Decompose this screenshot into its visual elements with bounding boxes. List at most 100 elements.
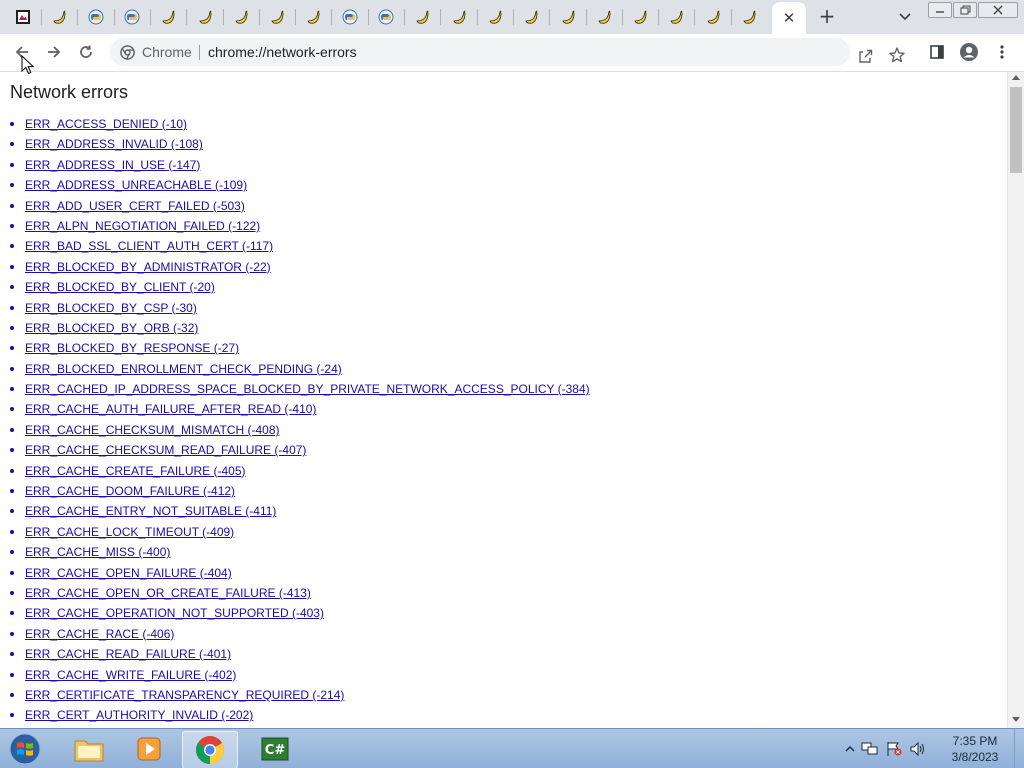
error-link[interactable]: ERR_CACHE_CREATE_FAILURE (-405)	[25, 464, 246, 478]
tab-19[interactable]	[661, 4, 691, 30]
chevron-down-icon[interactable]	[897, 8, 913, 24]
tab-5[interactable]	[153, 4, 183, 30]
network-icon[interactable]	[861, 741, 879, 757]
error-link[interactable]: ERR_CACHE_MISS (-400)	[25, 545, 170, 559]
banana-icon	[705, 9, 721, 25]
list-item: ERR_CACHED_IP_ADDRESS_SPACE_BLOCKED_BY_P…	[0, 380, 590, 400]
error-link[interactable]: ERR_ADDRESS_UNREACHABLE (-109)	[25, 178, 247, 192]
error-link[interactable]: ERR_CACHE_CHECKSUM_MISMATCH (-408)	[25, 423, 279, 437]
minimize-button[interactable]	[928, 2, 952, 18]
error-link[interactable]: ERR_CACHE_CHECKSUM_READ_FAILURE (-407)	[25, 443, 306, 457]
volume-icon[interactable]	[909, 741, 927, 757]
csharp-icon: C#	[261, 737, 289, 761]
restore-button[interactable]	[953, 2, 977, 18]
error-link[interactable]: ERR_ALPN_NEGOTIATION_FAILED (-122)	[25, 219, 260, 233]
scroll-down-arrow-icon[interactable]	[1012, 717, 1020, 722]
error-link[interactable]: ERR_CACHE_OPEN_OR_CREATE_FAILURE (-413)	[25, 586, 311, 600]
reload-button[interactable]	[76, 42, 96, 62]
tab-8[interactable]	[262, 4, 292, 30]
taskbar-item-csharp-app[interactable]: C#	[248, 731, 302, 767]
error-link[interactable]: ERR_CACHE_OPERATION_NOT_SUPPORTED (-403)	[25, 606, 324, 620]
active-tab[interactable]: ✕	[772, 2, 806, 34]
error-link[interactable]: ERR_ADDRESS_INVALID (-108)	[25, 137, 203, 151]
tab-strip: ✕ +	[0, 0, 1024, 34]
banana-icon	[197, 9, 213, 25]
error-link[interactable]: ERR_BLOCKED_BY_ADMINISTRATOR (-22)	[25, 260, 271, 274]
error-link[interactable]: ERR_BLOCKED_BY_CSP (-30)	[25, 301, 197, 315]
error-list: ERR_ACCESS_DENIED (-10) ERR_ADDRESS_INVAL…	[0, 115, 590, 727]
error-link[interactable]: ERR_BAD_SSL_CLIENT_AUTH_CERT (-117)	[25, 239, 273, 253]
url-text[interactable]: chrome://network-errors	[208, 44, 357, 60]
error-link[interactable]: ERR_BLOCKED_BY_ORB (-32)	[25, 321, 198, 335]
error-link[interactable]: ERR_ACCESS_DENIED (-10)	[25, 117, 187, 131]
tab-11[interactable]	[371, 4, 401, 30]
error-link[interactable]: ERR_CACHE_AUTH_FAILURE_AFTER_READ (-410)	[25, 402, 316, 416]
tab-3[interactable]	[81, 4, 111, 30]
show-hidden-icons-icon[interactable]	[845, 744, 855, 754]
tab-18[interactable]	[625, 4, 655, 30]
tab-10[interactable]	[335, 4, 365, 30]
arrow-right-icon	[48, 46, 61, 58]
close-tab-icon[interactable]: ✕	[783, 10, 796, 26]
address-bar[interactable]: Chrome chrome://network-errors	[110, 38, 905, 66]
tab-separator	[476, 9, 478, 25]
error-link[interactable]: ERR_CERT_AUTHORITY_INVALID (-202)	[25, 708, 253, 722]
tab-13[interactable]	[444, 4, 474, 30]
error-link[interactable]: ERR_BLOCKED_BY_RESPONSE (-27)	[25, 341, 239, 355]
list-item: ERR_CERT_AUTHORITY_INVALID (-202)	[0, 706, 590, 726]
forward-button[interactable]	[44, 42, 64, 62]
error-link[interactable]: ERR_ADDRESS_IN_USE (-147)	[25, 158, 200, 172]
tab-21[interactable]	[734, 4, 764, 30]
error-link[interactable]: ERR_CACHE_LOCK_TIMEOUT (-409)	[25, 525, 234, 539]
side-panel-button[interactable]	[927, 42, 947, 62]
show-desktop-button[interactable]	[1014, 729, 1024, 768]
action-center-flag-icon[interactable]	[885, 741, 903, 757]
profile-avatar-icon	[960, 43, 978, 61]
list-item: ERR_BLOCKED_BY_ORB (-32)	[0, 319, 590, 339]
star-icon[interactable]	[888, 46, 906, 68]
tab-15[interactable]	[516, 4, 546, 30]
error-link[interactable]: ERR_CACHE_ENTRY_NOT_SUITABLE (-411)	[25, 504, 276, 518]
tab-4[interactable]	[117, 4, 147, 30]
new-tab-button[interactable]: +	[817, 6, 837, 26]
tab-16[interactable]	[553, 4, 583, 30]
error-link[interactable]: ERR_CERTIFICATE_TRANSPARENCY_REQUIRED (-…	[25, 688, 344, 702]
share-icon[interactable]	[857, 48, 873, 68]
taskbar-item-chrome[interactable]	[182, 731, 238, 768]
taskbar-item-file-explorer[interactable]	[62, 731, 116, 767]
list-item: ERR_CERTIFICATE_TRANSPARENCY_REQUIRED (-…	[0, 686, 590, 706]
tab-separator	[222, 9, 224, 25]
error-link[interactable]: ERR_CACHE_OPEN_FAILURE (-404)	[25, 566, 232, 580]
tab-17[interactable]	[589, 4, 619, 30]
tab-12[interactable]	[407, 4, 437, 30]
tab-20[interactable]	[698, 4, 728, 30]
error-link[interactable]: ERR_ADD_USER_CERT_FAILED (-503)	[25, 199, 245, 213]
tab-separator	[258, 9, 260, 25]
python-icon	[124, 9, 140, 25]
list-item: ERR_CACHE_WRITE_FAILURE (-402)	[0, 666, 590, 686]
list-item: ERR_BLOCKED_ENROLLMENT_CHECK_PENDING (-2…	[0, 360, 590, 380]
taskbar-item-media-player[interactable]	[122, 731, 176, 767]
tab-7[interactable]	[226, 4, 256, 30]
error-link[interactable]: ERR_CACHE_READ_FAILURE (-401)	[25, 647, 231, 661]
system-tray	[845, 737, 927, 761]
tab-2[interactable]	[44, 4, 74, 30]
start-button[interactable]	[6, 731, 44, 767]
tab-6[interactable]	[190, 4, 220, 30]
tab-14[interactable]	[480, 4, 510, 30]
error-link[interactable]: ERR_CACHED_IP_ADDRESS_SPACE_BLOCKED_BY_P…	[25, 382, 590, 396]
error-link[interactable]: ERR_BLOCKED_BY_CLIENT (-20)	[25, 280, 215, 294]
scroll-up-arrow-icon[interactable]	[1012, 75, 1020, 80]
menu-button[interactable]	[992, 42, 1012, 62]
error-link[interactable]: ERR_CACHE_DOOM_FAILURE (-412)	[25, 484, 235, 498]
scrollbar-thumb[interactable]	[1010, 87, 1022, 173]
error-link[interactable]: ERR_BLOCKED_ENROLLMENT_CHECK_PENDING (-2…	[25, 362, 342, 376]
error-link[interactable]: ERR_CACHE_RACE (-406)	[25, 627, 174, 641]
close-window-button[interactable]	[978, 2, 1018, 18]
profile-button[interactable]	[959, 42, 979, 62]
tab-1[interactable]	[8, 4, 38, 30]
error-link[interactable]: ERR_CACHE_WRITE_FAILURE (-402)	[25, 668, 236, 682]
taskbar-clock[interactable]: 7:35 PM 3/8/2023	[940, 733, 1010, 765]
tab-9[interactable]	[298, 4, 328, 30]
vertical-scrollbar[interactable]	[1007, 72, 1024, 728]
